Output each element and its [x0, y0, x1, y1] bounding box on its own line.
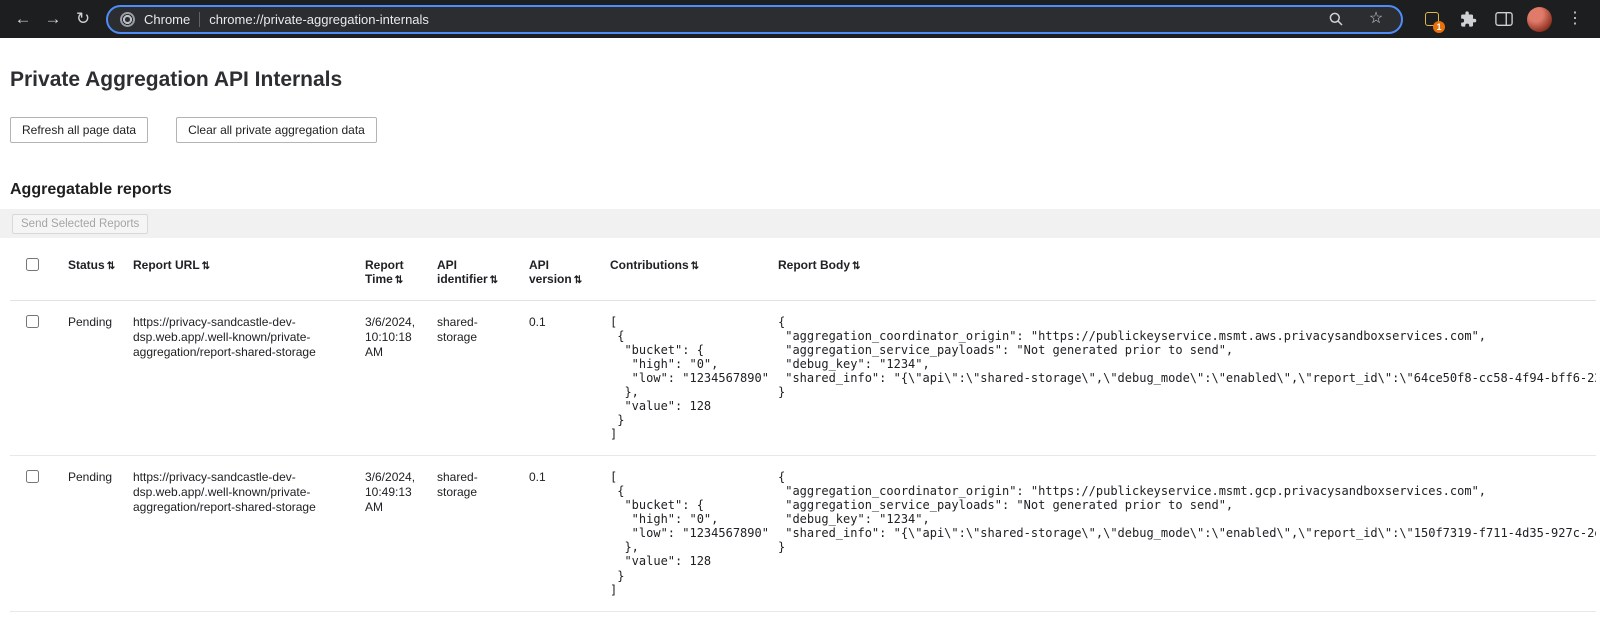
- report-body-cell: { "aggregation_coordinator_origin": "htt…: [778, 456, 1596, 611]
- send-selected-reports-button[interactable]: Send Selected Reports: [12, 214, 148, 234]
- select-all-header: [10, 244, 68, 301]
- row-select-cell: [10, 456, 68, 611]
- report-time-cell: 3/6/2024, 10:10:18 AM: [365, 301, 437, 456]
- reports-toolbar: Send Selected Reports: [0, 209, 1600, 238]
- omnibox-chrome-label: Chrome: [144, 12, 190, 27]
- sort-icon: ⇅: [395, 275, 403, 286]
- toolbar-right-cluster: 1 ⋮: [1415, 6, 1592, 32]
- side-panel-icon[interactable]: [1491, 6, 1517, 32]
- page-actions: Refresh all page data Clear all private …: [10, 117, 1600, 143]
- sort-icon: ⇅: [691, 261, 699, 272]
- row-checkbox[interactable]: [26, 315, 39, 328]
- search-icon[interactable]: [1323, 6, 1349, 32]
- reports-table: Status⇅ Report URL⇅ Report Time⇅ API ide…: [10, 244, 1596, 612]
- profile-avatar[interactable]: [1527, 7, 1552, 32]
- status-cell: Pending: [68, 456, 133, 611]
- report-row-2: Pending https://privacy-sandcastle-dev-d…: [10, 456, 1596, 611]
- report-url-cell: https://privacy-sandcastle-dev-dsp.web.a…: [133, 301, 365, 456]
- column-header-report-url[interactable]: Report URL⇅: [133, 244, 365, 301]
- api-version-cell: 0.1: [529, 301, 610, 456]
- omnibox-separator: [199, 12, 200, 27]
- report-body-cell: { "aggregation_coordinator_origin": "htt…: [778, 301, 1596, 456]
- report-row-1: Pending https://privacy-sandcastle-dev-d…: [10, 301, 1596, 456]
- clear-all-button[interactable]: Clear all private aggregation data: [176, 117, 377, 143]
- browser-toolbar: ← → ↻ Chrome chrome://private-aggregatio…: [0, 0, 1600, 38]
- address-bar[interactable]: Chrome chrome://private-aggregation-inte…: [106, 5, 1403, 34]
- column-header-api-identifier[interactable]: API identifier⇅: [437, 244, 529, 301]
- omnibox-url[interactable]: chrome://private-aggregation-internals: [209, 12, 1314, 27]
- sort-icon: ⇅: [574, 275, 582, 286]
- select-all-checkbox[interactable]: [26, 258, 39, 271]
- contributions-cell: [ { "bucket": { "high": "0", "low": "123…: [610, 456, 778, 611]
- column-header-contributions[interactable]: Contributions⇅: [610, 244, 778, 301]
- status-cell: Pending: [68, 301, 133, 456]
- column-header-api-version[interactable]: API version⇅: [529, 244, 610, 301]
- bookmark-star-icon[interactable]: ☆: [1363, 6, 1389, 32]
- refresh-all-button[interactable]: Refresh all page data: [10, 117, 148, 143]
- sort-icon: ⇅: [852, 261, 860, 272]
- report-url-cell: https://privacy-sandcastle-dev-dsp.web.a…: [133, 456, 365, 611]
- extension-notification-badge: 1: [1433, 21, 1445, 33]
- contributions-cell: [ { "bucket": { "high": "0", "low": "123…: [610, 301, 778, 456]
- section-title: Aggregatable reports: [10, 181, 1600, 199]
- extension-icon[interactable]: 1: [1419, 6, 1445, 32]
- sort-icon: ⇅: [202, 261, 210, 272]
- reload-icon[interactable]: ↻: [68, 4, 98, 34]
- column-header-status[interactable]: Status⇅: [68, 244, 133, 301]
- api-identifier-cell: shared-storage: [437, 301, 529, 456]
- page-title: Private Aggregation API Internals: [10, 68, 1600, 92]
- chrome-logo-icon: [120, 12, 135, 27]
- row-select-cell: [10, 301, 68, 456]
- forward-icon[interactable]: →: [38, 4, 68, 34]
- column-header-report-body[interactable]: Report Body⇅: [778, 244, 1596, 301]
- browser-menu-icon[interactable]: ⋮: [1562, 6, 1588, 32]
- page-content: Private Aggregation API Internals Refres…: [0, 68, 1600, 612]
- api-identifier-cell: shared-storage: [437, 456, 529, 611]
- table-header-row: Status⇅ Report URL⇅ Report Time⇅ API ide…: [10, 244, 1596, 301]
- column-header-report-time[interactable]: Report Time⇅: [365, 244, 437, 301]
- back-icon[interactable]: ←: [8, 4, 38, 34]
- api-version-cell: 0.1: [529, 456, 610, 611]
- sort-icon: ⇅: [107, 261, 115, 272]
- row-checkbox[interactable]: [26, 470, 39, 483]
- sort-icon: ⇅: [490, 275, 498, 286]
- extensions-puzzle-icon[interactable]: [1455, 6, 1481, 32]
- report-time-cell: 3/6/2024, 10:49:13 AM: [365, 456, 437, 611]
